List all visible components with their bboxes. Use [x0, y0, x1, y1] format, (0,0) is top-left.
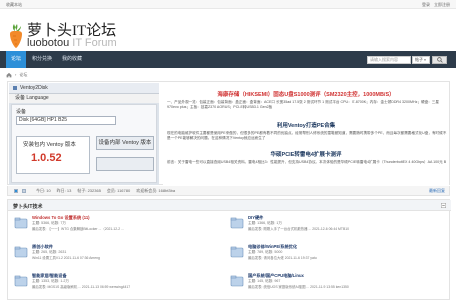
- nav-forum[interactable]: 论坛: [6, 51, 26, 68]
- forum-last-post[interactable]: 最后发表: 请问各位大佬 2021-11-6 19:37 yatu: [248, 255, 430, 260]
- search-type-value: 帖子: [415, 57, 423, 62]
- forum-item[interactable]: 智能家居/智能设备 主题: 1353, 帖数: 1.2万 最后发表: MGS1S…: [14, 272, 214, 294]
- forum-folder-icon: [230, 217, 244, 229]
- chevron-down-icon: ▾: [424, 58, 426, 62]
- carrot-logo-icon[interactable]: [7, 23, 25, 49]
- forum-last-post[interactable]: 最后发表: 刚刚入手了一台台式机散热器 ... 2021-12-6 06:44 …: [248, 226, 430, 231]
- collapse-icon[interactable]: [441, 203, 446, 208]
- nav-my-favorites[interactable]: 我的收藏: [60, 51, 84, 68]
- stats-bar: 今日: 10 昨日: 13 帖子: 232365 会员: 116780 欢迎新会…: [7, 186, 450, 196]
- forum-folder-icon: [14, 217, 28, 229]
- search-icon: [436, 57, 443, 63]
- device-select: Disk [64GB] HP1 B25: [16, 116, 116, 125]
- slide-2-desc: 现在的电脑维护软件主要都是使用PE来做的，但很多的PE都有着不同的优缺点。经常帮…: [167, 131, 447, 140]
- device-version-box: [96, 157, 154, 171]
- featured-slider: Ventoy2Disk 设备 Language 设备 Disk [64GB] H…: [7, 81, 450, 185]
- home-icon[interactable]: [6, 72, 12, 78]
- stat-today: 今日: 10: [36, 187, 51, 193]
- section-header: 萝卜头IT技术: [8, 200, 451, 211]
- brand-en-main: luobotou: [27, 37, 70, 49]
- slide-3-title[interactable]: 华硕PCIE转雷电4扩展卡测评: [163, 150, 449, 158]
- register-link[interactable]: 立即注册: [434, 2, 450, 8]
- stat-members: 会员: 116780: [106, 187, 131, 193]
- forum-item[interactable]: DIY硬件 主题: 1366, 帖数: 1万 最后发表: 刚刚入手了一台台式机散…: [230, 214, 430, 236]
- main-nav: 论坛 积分兑换 我的收藏 请输入搜索内容 帖子 ▾: [0, 51, 456, 68]
- search-input[interactable]: 请输入搜索内容: [367, 56, 411, 64]
- window-menu: 设备 Language: [9, 94, 159, 103]
- window-panel: 设备 Disk [64GB] HP1 B25 安装包内 Ventoy 版本 1.…: [11, 104, 157, 183]
- stat-posts: 帖子: 232365: [77, 187, 101, 193]
- slide-1-title[interactable]: 海康存储（HIKSEMI）固态U盘S1000测评（SM2320主控，1000MB…: [163, 90, 449, 98]
- device-version-button: 设备内部 Ventoy 版本: [96, 136, 154, 150]
- forum-item[interactable]: 电脑诊修/WinPE/系统优化 主题: 789, 帖数: 5000 最后发表: …: [230, 243, 430, 265]
- forum-stats: 今日: 10 昨日: 13 帖子: 232365 会员: 116780 欢迎新会…: [36, 188, 175, 194]
- breadcrumb-forum[interactable]: 论坛: [19, 72, 27, 78]
- login-link[interactable]: 登录: [422, 2, 430, 8]
- slide-text-area: 海康存储（HIKSEMI）固态U盘S1000测评（SM2320主控，1000MB…: [163, 83, 449, 185]
- stat-new-member[interactable]: 欢迎新会员: 168bt3ba: [136, 188, 175, 194]
- version-label: 安装包内 Ventoy 版本: [23, 142, 76, 148]
- forum-last-post[interactable]: 最后发表: MGS1S 高级版刷机 ... 2021-11-13 06:59 w…: [32, 284, 214, 289]
- forum-item[interactable]: 原创小软件 主题: 265, 帖数: 2631 Win11 设置工具V1.2 2…: [14, 243, 214, 265]
- top-bar: 收藏本站 登录 立即注册: [0, 0, 456, 9]
- forum-last-post[interactable]: 最后发表: 【一一】WTG 合集解锁BitLocker ...（2021-12-…: [32, 226, 214, 231]
- forum-last-post[interactable]: Win11 设置工具V1.2 2021-11-6 07:36 Ameng: [32, 255, 214, 260]
- forum-item[interactable]: Windows To Go 设置系统 (11) 主题: 5366, 帖数: 7万…: [14, 214, 214, 236]
- device-label: 设备: [16, 109, 27, 115]
- auth-links: 登录 立即注册: [422, 2, 450, 8]
- slide-1-desc: 一、产品外观一览：包装正面：包装背面：盒正面：盒背面：ACE口 长宽35ad 1…: [167, 100, 439, 109]
- window-titlebar: Ventoy2Disk: [9, 83, 159, 94]
- site-header: 萝卜头IT论坛 luobotou IT Forum: [0, 9, 456, 50]
- version-box: 安装包内 Ventoy 版本 1.0.52: [16, 136, 90, 174]
- site-title-en[interactable]: luobotou IT Forum: [27, 37, 117, 49]
- search-type-select[interactable]: 帖子 ▾: [412, 56, 430, 64]
- slide-screenshot[interactable]: Ventoy2Disk 设备 Language 设备 Disk [64GB] H…: [9, 83, 159, 185]
- slide-dot-1[interactable]: [14, 188, 18, 193]
- window-title: Ventoy2Disk: [20, 85, 48, 91]
- nav-points-exchange[interactable]: 积分兑换: [30, 51, 54, 68]
- forum-last-post[interactable]: 最后发表: 统信UOS 家庭版系统AI抠图 ... 2021-11-9 13:5…: [248, 284, 430, 289]
- stat-yesterday: 昨日: 13: [56, 187, 72, 193]
- brand-en-it: IT: [72, 37, 82, 49]
- slide-dot-2[interactable]: [22, 188, 26, 193]
- forum-section: 萝卜头IT技术 Windows To Go 设置系统 (11) 主题: 5366…: [7, 199, 451, 300]
- brand-en-forum: Forum: [84, 37, 117, 49]
- slide-2-title[interactable]: 利用Ventoy打造PE合集: [163, 121, 449, 129]
- forum-folder-icon: [14, 246, 28, 258]
- search-button[interactable]: [432, 56, 447, 64]
- bookmark-link[interactable]: 收藏本站: [6, 2, 22, 8]
- app-icon: [13, 86, 17, 90]
- latest-replies-link[interactable]: 最新回复: [429, 188, 445, 194]
- section-title[interactable]: 萝卜头IT技术: [13, 203, 42, 210]
- version-number: 1.0.52: [31, 152, 62, 164]
- forum-item[interactable]: 国产系统/国产CPU电脑/Linux 主题: 145, 帖数: 967 最后发表…: [230, 272, 430, 294]
- forum-folder-icon: [230, 246, 244, 258]
- forum-folder-icon: [14, 275, 28, 287]
- breadcrumb: › 论坛: [6, 71, 27, 78]
- slide-3-desc: 前言：关于雷电一些可以直接查阅USB4相关资料。雷电4相比3：性能提升，但支持U…: [167, 160, 447, 164]
- breadcrumb-sep: ›: [15, 72, 17, 77]
- forum-folder-icon: [230, 275, 244, 287]
